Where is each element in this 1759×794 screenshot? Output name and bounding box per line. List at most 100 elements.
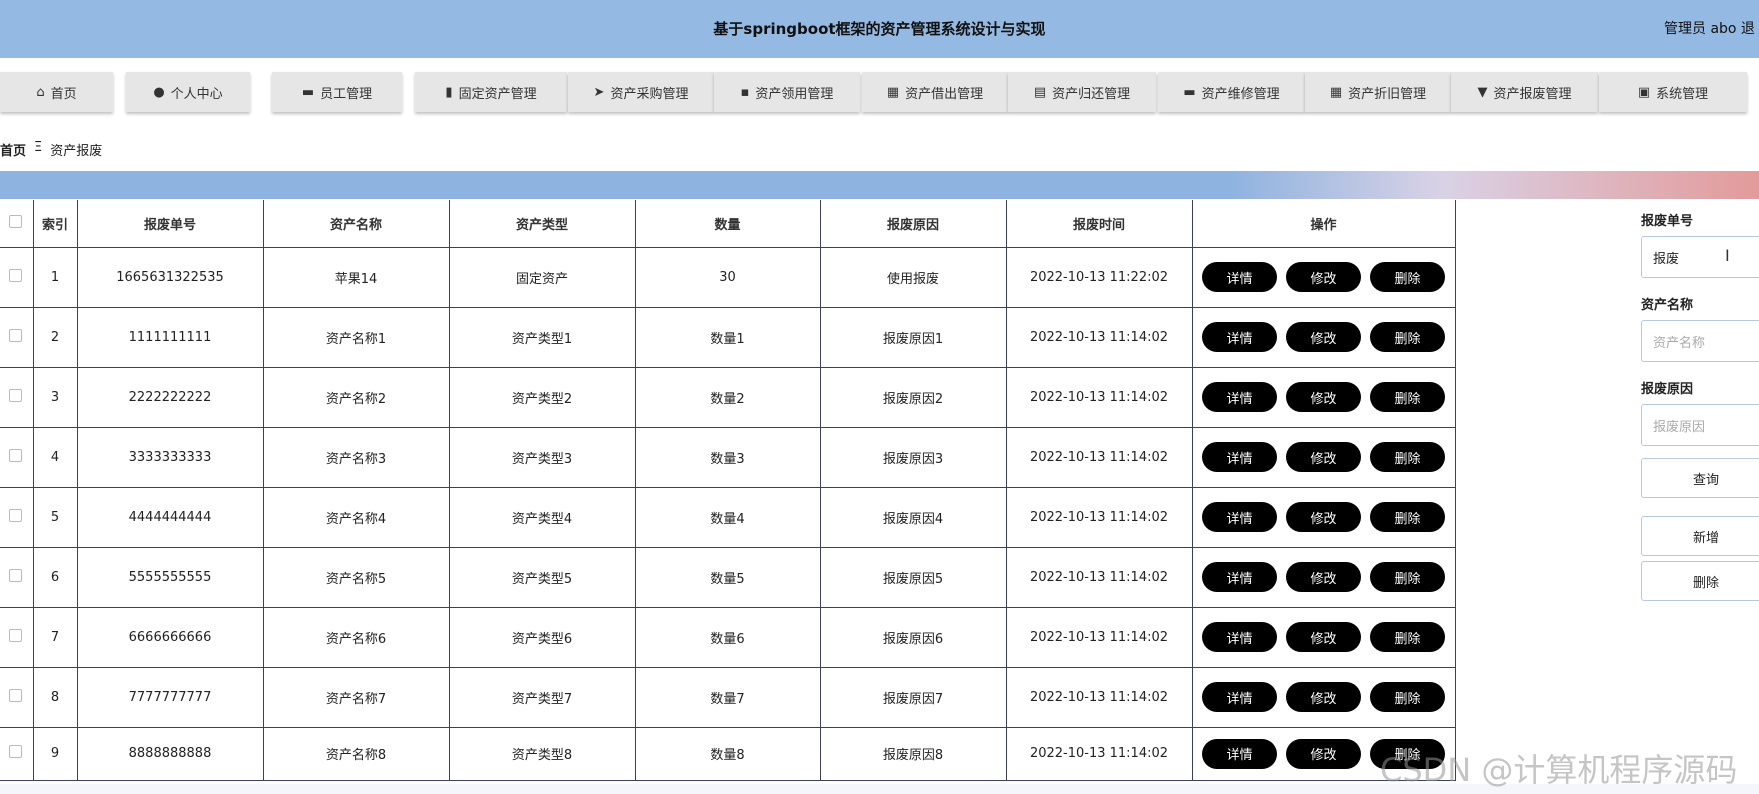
current-user[interactable]: 管理员 abo 退	[1664, 18, 1759, 38]
detail-button[interactable]: 详情	[1202, 382, 1277, 412]
row-checkbox[interactable]	[8, 388, 22, 402]
row-select-cell	[0, 487, 34, 548]
delete-button[interactable]: 删除	[1641, 561, 1759, 601]
nav-item[interactable]: ▣ 系统管理	[1599, 72, 1747, 112]
cell-name: 苹果14	[263, 247, 450, 308]
row-checkbox[interactable]	[8, 448, 22, 462]
reason-input[interactable]: 报废原因	[1641, 404, 1759, 446]
cell-name: 资产名称6	[263, 607, 450, 668]
row-select-cell	[0, 607, 34, 668]
cell-actions: 详情 修改 删除	[1192, 667, 1456, 728]
row-delete-button[interactable]: 删除	[1370, 682, 1445, 712]
cell-time: 2022-10-13 11:14:02	[1006, 487, 1193, 548]
row-delete-button[interactable]: 删除	[1370, 262, 1445, 292]
edit-button[interactable]: 修改	[1286, 322, 1361, 352]
edit-button[interactable]: 修改	[1286, 562, 1361, 592]
nav-item[interactable]: ➤ 资产采购管理	[568, 72, 714, 112]
row-checkbox[interactable]	[8, 268, 22, 282]
scrap-no-input[interactable]: 报废	[1641, 236, 1759, 278]
cell-no: 2222222222	[77, 367, 264, 428]
detail-button[interactable]: 详情	[1202, 562, 1277, 592]
query-button[interactable]: 查询	[1641, 458, 1759, 498]
cell-reason: 报废原因8	[820, 727, 1007, 781]
add-button[interactable]: 新增	[1641, 516, 1759, 556]
nav-item-label: 个人中心	[170, 86, 223, 102]
cell-name: 资产名称8	[263, 727, 450, 781]
column-header: 操作	[1192, 200, 1456, 248]
detail-button[interactable]: 详情	[1202, 442, 1277, 472]
breadcrumb-home[interactable]: 首页	[0, 140, 26, 159]
nav-item[interactable]: ▦ 资产折旧管理	[1305, 72, 1451, 112]
nav-item[interactable]: ▬ 资产维修管理	[1158, 72, 1305, 112]
nav-item[interactable]: ▦ 资产借出管理	[862, 72, 1008, 112]
detail-button[interactable]: 详情	[1202, 322, 1277, 352]
row-delete-button[interactable]: 删除	[1370, 562, 1445, 592]
search-panel: 报废单号 报废 资产名称 资产名称 报废原因 报废原因 查询 新增 删除	[1641, 210, 1759, 601]
main-nav: ⌂ 首页 ● 个人中心 ▬ 员工管理 ▮ 固定资产管理 ➤ 资产采购管理 ▪ 资产领用管理 ▦ 资产借出管…	[0, 72, 1759, 112]
cell-type: 资产类型4	[449, 487, 636, 548]
cell-type: 资产类型7	[449, 667, 636, 728]
cell-type: 资产类型6	[449, 607, 636, 668]
nav-item[interactable]: ⌂ 首页	[0, 72, 113, 112]
row-select-cell	[0, 727, 34, 781]
table-row: 5 4444444444 资产名称4 资产类型4 数量4 报废原因4 2022-10-13 …	[0, 487, 1456, 548]
select-all-checkbox[interactable]	[8, 214, 22, 228]
asset-name-input[interactable]: 资产名称	[1641, 320, 1759, 362]
detail-button[interactable]: 详情	[1202, 262, 1277, 292]
edit-button[interactable]: 修改	[1286, 682, 1361, 712]
cell-index: 9	[33, 727, 78, 781]
scrap-table: 索引 报废单号 资产名称 资产类型 数量 报废原因 报废时间 操作 1 16656…	[0, 200, 1456, 781]
cell-time: 2022-10-13 11:14:02	[1006, 307, 1193, 368]
nav-item[interactable]: ▬ 员工管理	[272, 72, 402, 112]
detail-button[interactable]: 详情	[1202, 682, 1277, 712]
cell-time: 2022-10-13 11:14:02	[1006, 727, 1193, 781]
detail-button[interactable]: 详情	[1202, 622, 1277, 652]
nav-item[interactable]: ▮ 固定资产管理	[415, 72, 567, 112]
row-delete-button[interactable]: 删除	[1370, 502, 1445, 532]
nav-item-label: 资产领用管理	[755, 86, 834, 102]
row-checkbox[interactable]	[8, 628, 22, 642]
nav-item[interactable]: ▪ 资产领用管理	[714, 72, 860, 112]
cell-actions: 详情 修改 删除	[1192, 487, 1456, 548]
trophy-icon: ▼	[1477, 84, 1488, 100]
row-delete-button[interactable]: 删除	[1370, 382, 1445, 412]
row-delete-button[interactable]: 删除	[1370, 442, 1445, 472]
row-checkbox[interactable]	[8, 688, 22, 702]
nav-item[interactable]: ● 个人中心	[126, 72, 250, 112]
cell-index: 2	[33, 307, 78, 368]
cell-actions: 详情 修改 删除	[1192, 307, 1456, 368]
app-title: 基于springboot框架的资产管理系统设计与实现	[713, 20, 1046, 38]
row-checkbox[interactable]	[8, 508, 22, 522]
edit-button[interactable]: 修改	[1286, 502, 1361, 532]
edit-button[interactable]: 修改	[1286, 382, 1361, 412]
column-header: 索引	[33, 200, 78, 248]
row-delete-button[interactable]: 删除	[1370, 622, 1445, 652]
cell-type: 资产类型5	[449, 547, 636, 608]
cell-qty: 数量1	[635, 307, 821, 368]
cell-index: 7	[33, 607, 78, 668]
table-row: 6 5555555555 资产名称5 资产类型5 数量5 报废原因5 2022-10-13 …	[0, 547, 1456, 608]
table-header-row: 索引 报废单号 资产名称 资产类型 数量 报废原因 报废时间 操作	[0, 200, 1456, 248]
detail-button[interactable]: 详情	[1202, 738, 1277, 769]
nav-item[interactable]: ▼ 资产报废管理	[1451, 72, 1598, 112]
row-select-cell	[0, 427, 34, 488]
cell-index: 1	[33, 247, 78, 308]
row-checkbox[interactable]	[8, 568, 22, 582]
nav-item-label: 首页	[50, 86, 77, 102]
edit-button[interactable]: 修改	[1286, 262, 1361, 292]
row-checkbox[interactable]	[8, 328, 22, 342]
cell-type: 资产类型8	[449, 727, 636, 781]
edit-button[interactable]: 修改	[1286, 738, 1361, 769]
edit-button[interactable]: 修改	[1286, 442, 1361, 472]
cell-actions: 详情 修改 删除	[1192, 547, 1456, 608]
cell-qty: 数量2	[635, 367, 821, 428]
table-row: 7 6666666666 资产名称6 资产类型6 数量6 报废原因6 2022-10-13 …	[0, 607, 1456, 668]
page-banner	[0, 171, 1759, 199]
nav-item[interactable]: ▤ 资产归还管理	[1008, 72, 1156, 112]
cell-reason: 报废原因7	[820, 667, 1007, 728]
edit-button[interactable]: 修改	[1286, 622, 1361, 652]
detail-button[interactable]: 详情	[1202, 502, 1277, 532]
row-checkbox[interactable]	[8, 745, 22, 758]
row-delete-button[interactable]: 删除	[1370, 322, 1445, 352]
cell-no: 7777777777	[77, 667, 264, 728]
